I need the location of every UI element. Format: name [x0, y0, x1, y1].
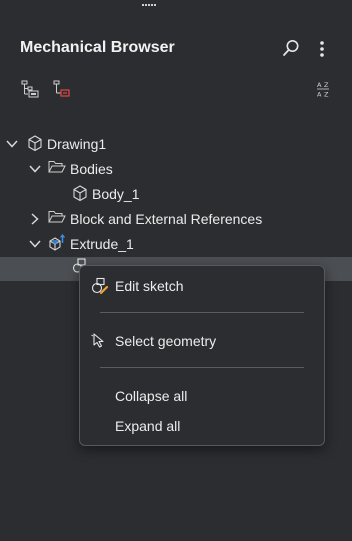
chevron-right-icon[interactable] [29, 212, 41, 226]
menu-item-expand-all[interactable]: Expand all [80, 413, 324, 439]
tree-node-label: Bodies [70, 161, 113, 177]
svg-text:Z: Z [324, 81, 329, 89]
menu-item-label: Edit sketch [115, 278, 184, 294]
chevron-down-icon[interactable] [5, 138, 19, 150]
tree-node-label: Body_1 [92, 186, 140, 202]
menu-item-collapse-all[interactable]: Collapse all [80, 383, 324, 409]
tree-node-label: Extrude_1 [70, 236, 134, 252]
folder-open-icon [48, 209, 66, 225]
tree-node-body-1[interactable]: Body_1 [0, 182, 352, 206]
hierarchy-view-button[interactable] [50, 79, 72, 99]
svg-text:A: A [317, 81, 322, 89]
tree-view-button[interactable] [19, 79, 41, 99]
body-cube-icon [72, 184, 88, 202]
tree-node-label: Block and External References [70, 211, 263, 227]
menu-divider [100, 312, 304, 313]
tree-node-label: Drawing1 [47, 136, 107, 152]
menu-item-label: Select geometry [115, 333, 217, 349]
sort-alpha-icon: A Z A Z [317, 81, 329, 99]
menu-divider [100, 367, 304, 368]
tree-node-block-external-references[interactable]: Block and External References [0, 207, 352, 231]
panel-drag-handle[interactable] [142, 4, 158, 7]
edit-sketch-icon [91, 277, 109, 295]
menu-item-label: Collapse all [115, 388, 188, 404]
menu-item-label: Expand all [115, 418, 181, 434]
svg-text:A: A [317, 91, 322, 99]
svg-text:Z: Z [324, 91, 329, 99]
tree-view-icon [21, 80, 39, 98]
menu-item-edit-sketch[interactable]: Edit sketch [80, 273, 324, 299]
more-options-button[interactable] [315, 38, 329, 60]
folder-open-icon [48, 159, 66, 175]
sort-alphabetical-button[interactable]: A Z A Z [313, 79, 333, 99]
tree-node-bodies[interactable]: Bodies [0, 157, 352, 181]
hierarchy-icon [53, 80, 70, 97]
tree-node-drawing1[interactable]: Drawing1 [0, 132, 352, 156]
tree-node-extrude-1[interactable]: Extrude_1 [0, 232, 352, 256]
select-cursor-icon [91, 332, 109, 350]
more-vertical-icon [320, 41, 324, 57]
extrude-icon [48, 233, 66, 252]
menu-item-select-geometry[interactable]: Select geometry [80, 328, 324, 354]
context-menu: Edit sketch Select geometry Collapse all… [79, 265, 325, 446]
search-icon [283, 40, 299, 56]
part-cube-icon [27, 134, 43, 152]
search-button[interactable] [281, 38, 301, 58]
panel-title: Mechanical Browser [20, 39, 175, 56]
chevron-down-icon[interactable] [28, 238, 42, 250]
chevron-down-icon[interactable] [28, 163, 42, 175]
